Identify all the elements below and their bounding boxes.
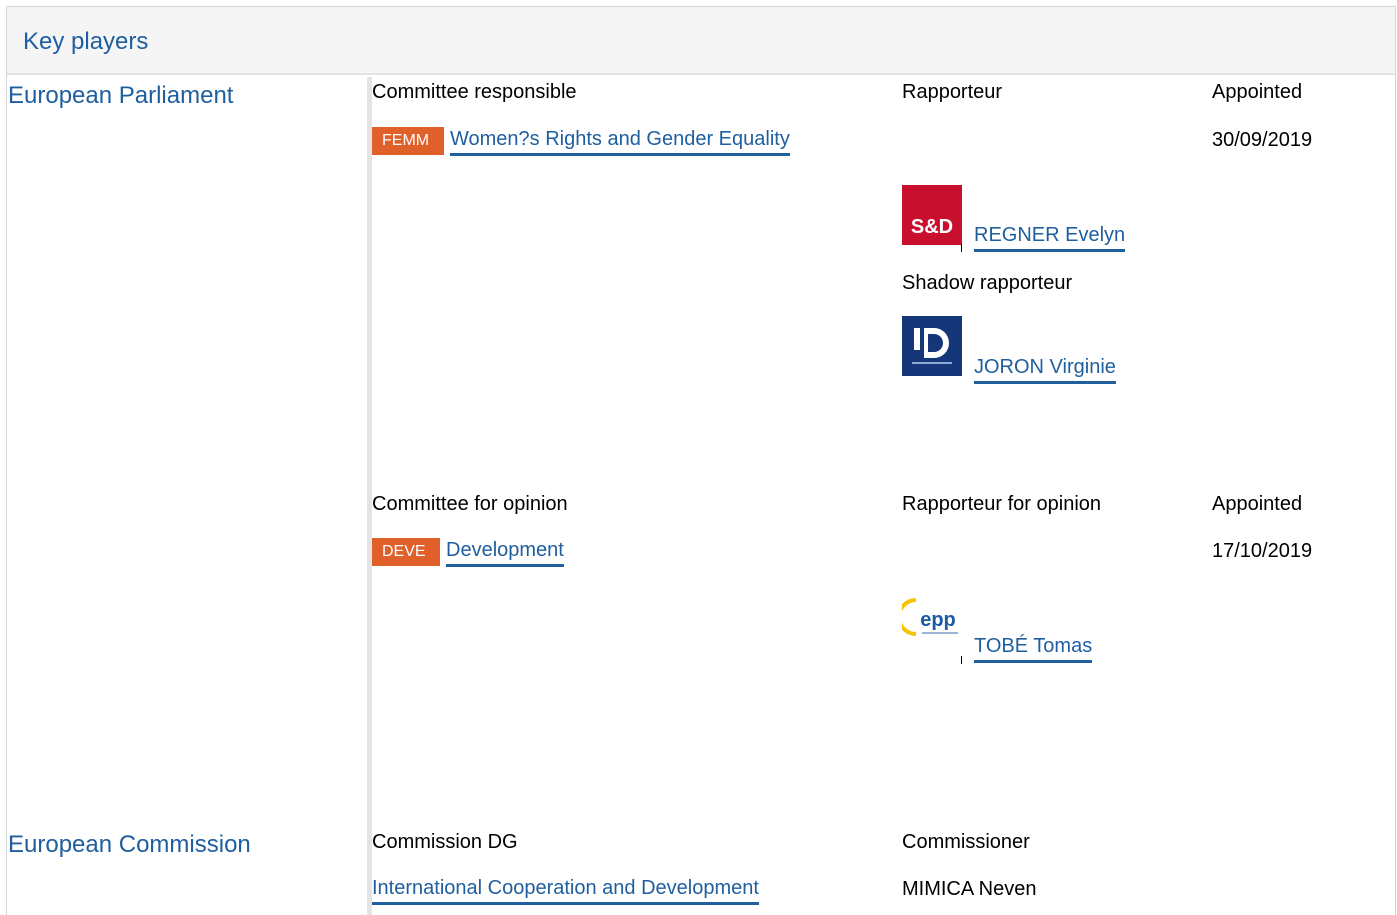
rapporteur-link[interactable]: REGNER Evelyn xyxy=(974,224,1126,252)
svg-text:S&D: S&D xyxy=(911,216,953,238)
shadow-rapporteur-label: Shadow rapporteur xyxy=(902,272,1073,294)
rapporteur-opinion-label: Rapporteur for opinion xyxy=(902,493,1102,515)
panel-title: Key players xyxy=(23,28,149,55)
committee-responsible-link[interactable]: Women?s Rights and Gender Equality xyxy=(450,128,790,156)
sd-group-logo: S&D xyxy=(902,185,962,245)
appointed-label: Appointed xyxy=(1212,81,1303,103)
committee-opinion-label: Committee for opinion xyxy=(372,493,568,515)
logo-marker xyxy=(961,244,962,252)
commissioner-label: Commissioner xyxy=(902,831,1030,853)
id-group-logo xyxy=(902,316,962,376)
epp-group-logo: epp xyxy=(897,596,962,656)
shadow-rapporteur-link[interactable]: JORON Virginie xyxy=(974,356,1116,384)
committee-responsible-label: Committee responsible xyxy=(372,81,577,103)
commission-dg-link[interactable]: International Cooperation and Developmen… xyxy=(372,877,759,905)
committee-opinion-link[interactable]: Development xyxy=(446,539,564,567)
logo-marker xyxy=(961,656,962,664)
appointed-opinion-label: Appointed xyxy=(1212,493,1303,515)
institution-european-parliament: European Parliament xyxy=(8,82,234,109)
rapporteur-opinion-link[interactable]: TOBÉ Tomas xyxy=(974,635,1093,663)
commissioner-name: MIMICA Neven xyxy=(902,878,1037,900)
rapporteur-label: Rapporteur xyxy=(902,81,1003,103)
panel-header: Key players xyxy=(7,7,1395,75)
committee-code-badge: FEMM xyxy=(372,127,444,155)
committee-opinion-code-badge: DEVE xyxy=(372,538,440,566)
appointed-date: 30/09/2019 xyxy=(1212,129,1313,151)
appointed-opinion-date: 17/10/2019 xyxy=(1212,540,1313,562)
commission-dg-label: Commission DG xyxy=(372,831,518,853)
svg-text:epp: epp xyxy=(920,609,956,631)
institution-european-commission: European Commission xyxy=(8,831,251,858)
